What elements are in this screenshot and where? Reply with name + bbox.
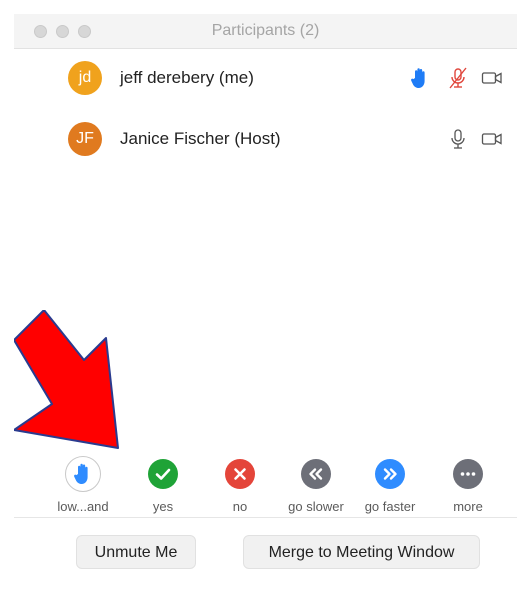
participant-row[interactable]: jd jeff derebery (me) [14,50,517,106]
x-icon [225,459,255,489]
video-off-icon[interactable] [480,66,504,90]
avatar: JF [68,122,102,156]
more-dots-icon [453,459,483,489]
raised-hand-icon [65,456,101,492]
reaction-label: low...and [57,499,109,514]
participant-name: Janice Fischer (Host) [120,129,281,148]
title-bar: Participants (2) [14,14,517,49]
reaction-label: yes [152,499,174,514]
microphone-icon[interactable] [446,127,470,151]
no-button[interactable]: no [200,453,280,514]
fast-forward-icon [375,459,405,489]
reaction-label: go slower [288,499,344,514]
yes-button[interactable]: yes [123,453,203,514]
merge-to-meeting-window-button[interactable]: Merge to Meeting Window [243,535,480,569]
lower-hand-button[interactable]: low...and [43,453,123,514]
reactions-tray: low...and yes no go slower go faster mor… [14,453,517,519]
checkmark-icon [148,459,178,489]
reaction-label: more [453,499,483,514]
annotation-arrow [14,310,119,449]
rewind-icon [301,459,331,489]
go-faster-button[interactable]: go faster [350,453,430,514]
divider [14,517,517,518]
video-off-icon[interactable] [480,127,504,151]
go-slower-button[interactable]: go slower [276,453,356,514]
reaction-label: no [232,499,248,514]
window-title: Participants (2) [211,22,320,39]
unmute-me-button[interactable]: Unmute Me [76,535,196,569]
reaction-label: go faster [364,499,416,514]
avatar: jd [68,61,102,95]
raised-hand-icon [408,66,432,90]
muted-microphone-icon[interactable] [446,66,470,90]
more-button[interactable]: more [428,453,508,514]
participants-window: Participants (2) jd jeff derebery (me) J… [14,14,517,590]
participant-row[interactable]: JF Janice Fischer (Host) [14,111,517,167]
participant-name: jeff derebery (me) [120,68,254,87]
